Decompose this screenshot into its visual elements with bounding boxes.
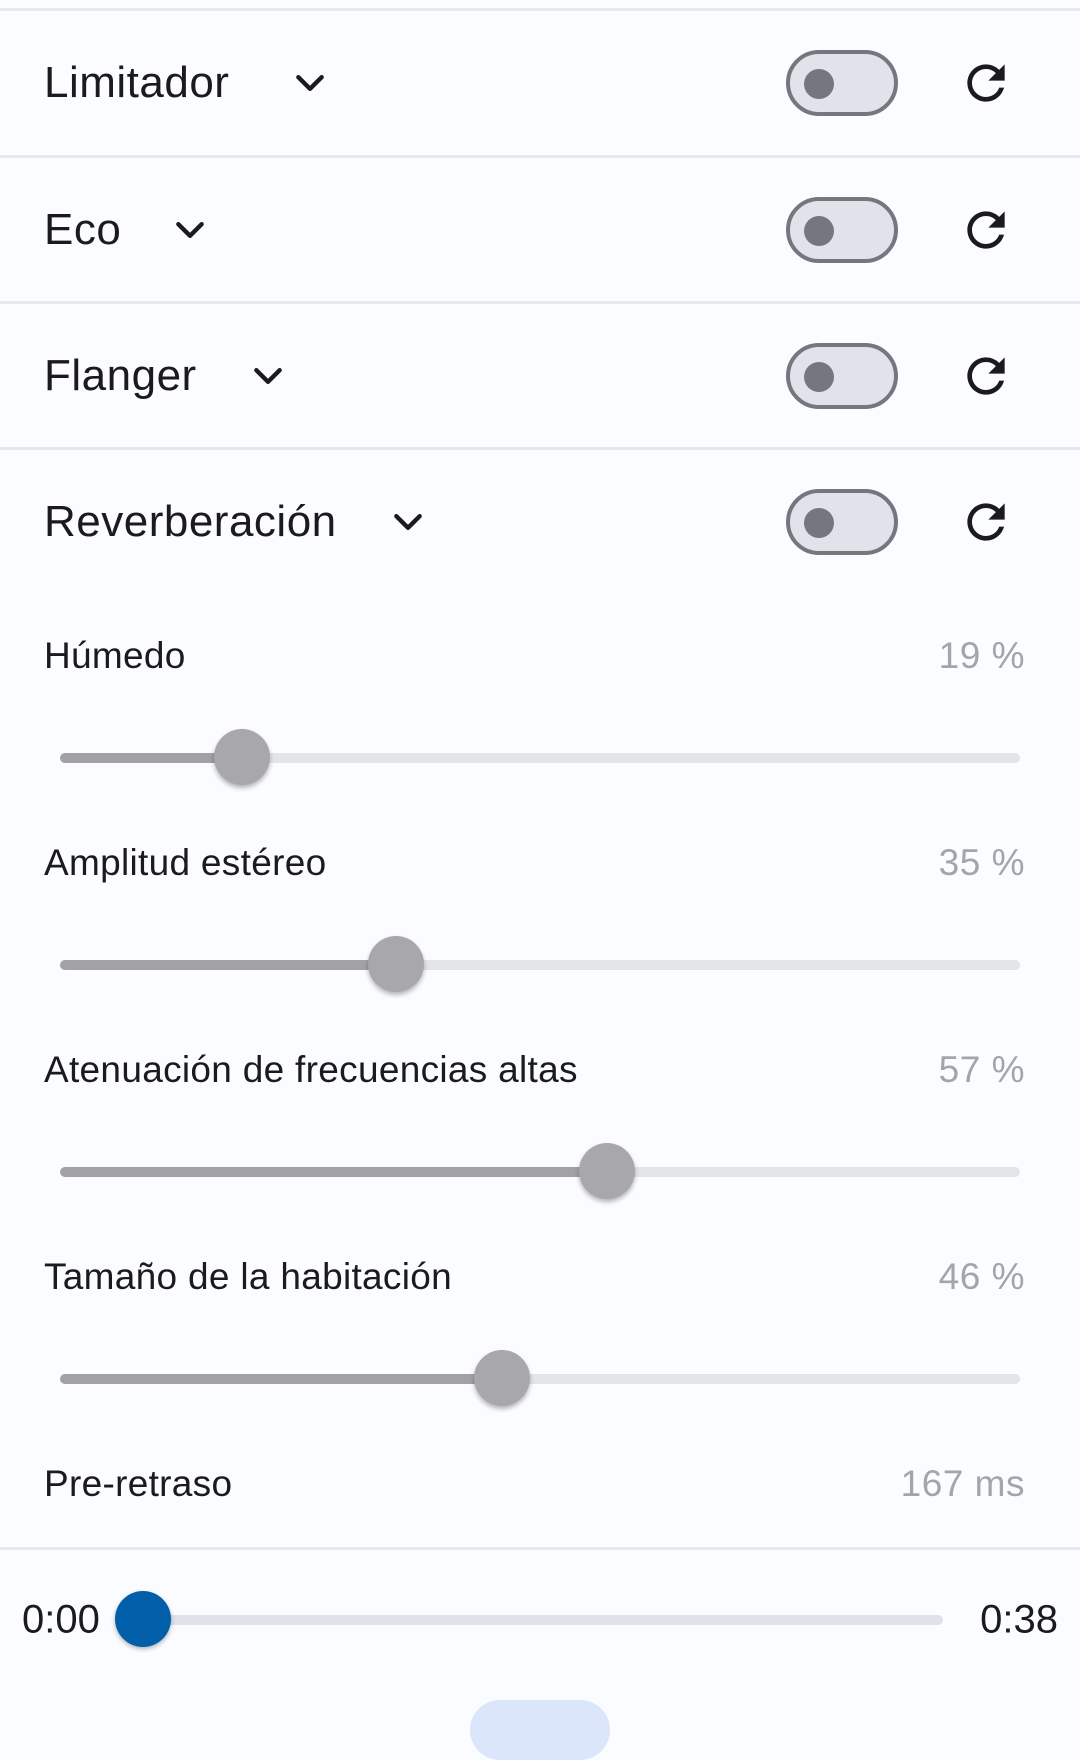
effect-row-reverb[interactable]: Reverberación	[0, 450, 1080, 594]
toggle-knob	[804, 362, 834, 392]
seek-bar[interactable]	[115, 1591, 943, 1647]
slider-fill	[60, 960, 396, 970]
refresh-icon[interactable]	[958, 202, 1014, 258]
param-label-high-damping: Atenuación de frecuencias altas	[44, 1049, 578, 1090]
slider-thumb[interactable]	[214, 729, 271, 785]
effect-title: Flanger	[44, 351, 197, 400]
effect-title: Limitador	[44, 58, 230, 107]
effect-toggle[interactable]	[786, 343, 898, 409]
effect-title: Reverberación	[44, 497, 337, 546]
param-value-room-size: 46 %	[938, 1256, 1025, 1297]
slider-fill	[60, 1167, 608, 1177]
slider-thumb[interactable]	[579, 1143, 636, 1199]
seek-track	[143, 1615, 943, 1625]
refresh-icon[interactable]	[958, 494, 1014, 550]
stereo-width-slider[interactable]	[60, 935, 1020, 995]
chevron-down-icon[interactable]	[248, 356, 288, 396]
high-damping-slider[interactable]	[60, 1142, 1020, 1202]
effect-title: Eco	[44, 205, 122, 254]
refresh-icon[interactable]	[958, 348, 1014, 404]
param-value-pre-delay: 167 ms	[900, 1463, 1025, 1504]
wet-slider[interactable]	[60, 728, 1020, 788]
play-button[interactable]	[470, 1700, 610, 1760]
slider-fill	[60, 1374, 502, 1384]
chevron-down-icon[interactable]	[170, 210, 210, 250]
param-label-pre-delay: Pre-retraso	[44, 1463, 233, 1504]
room-size-slider[interactable]	[60, 1349, 1020, 1409]
param-label-stereo-width: Amplitud estéreo	[44, 842, 327, 883]
param-value-wet: 19 %	[938, 635, 1025, 676]
current-time: 0:00	[22, 1597, 100, 1642]
refresh-icon[interactable]	[958, 55, 1014, 111]
param-value-high-damping: 57 %	[938, 1049, 1025, 1090]
toggle-knob	[804, 216, 834, 246]
effect-toggle[interactable]	[786, 489, 898, 555]
effect-toggle[interactable]	[786, 197, 898, 263]
slider-thumb[interactable]	[473, 1350, 530, 1406]
effect-row-echo[interactable]: Eco	[0, 158, 1080, 302]
seek-thumb[interactable]	[115, 1591, 171, 1647]
toggle-knob	[804, 508, 834, 538]
toggle-knob	[804, 69, 834, 99]
param-value-stereo-width: 35 %	[938, 842, 1025, 883]
chevron-down-icon[interactable]	[290, 63, 330, 103]
effect-row-limiter[interactable]: Limitador	[0, 11, 1080, 155]
chevron-down-icon[interactable]	[388, 502, 428, 542]
player-bar: 0:00 0:38	[0, 1550, 1080, 1760]
effect-toggle[interactable]	[786, 50, 898, 116]
slider-thumb[interactable]	[368, 936, 424, 992]
param-label-wet: Húmedo	[44, 635, 186, 676]
param-label-room-size: Tamaño de la habitación	[44, 1256, 453, 1297]
effect-row-flanger[interactable]: Flanger	[0, 304, 1080, 448]
total-time: 0:38	[980, 1597, 1058, 1642]
